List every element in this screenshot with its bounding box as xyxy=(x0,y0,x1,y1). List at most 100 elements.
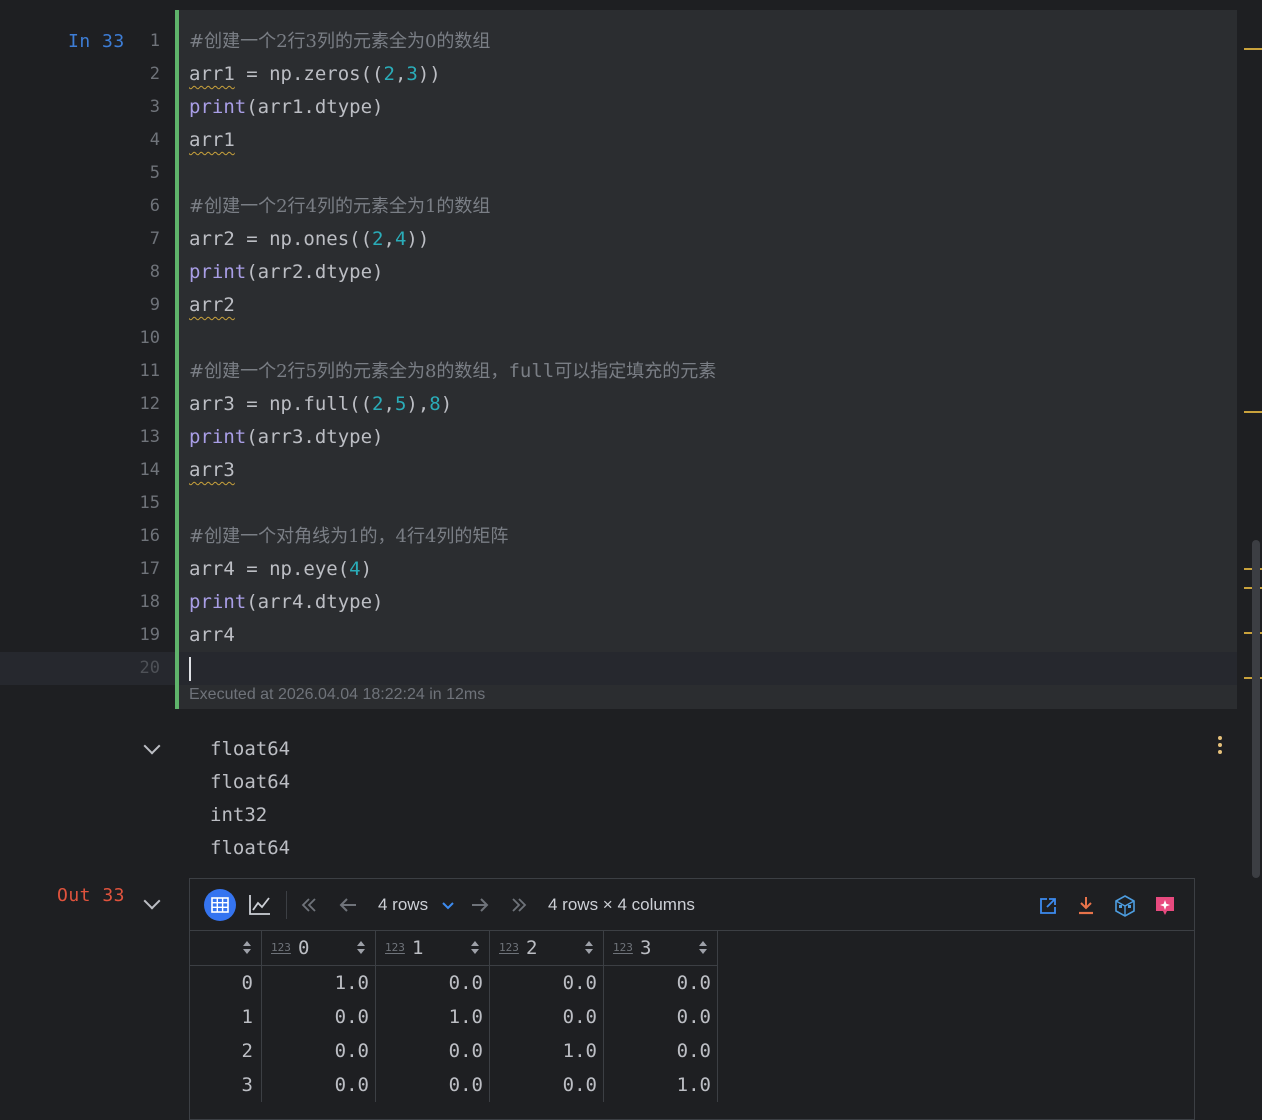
code-line-7: arr2 = np.ones((2,4)) xyxy=(189,223,429,256)
table-header-row: 123 0 123 1 123 2 123 3 xyxy=(190,931,718,966)
collapse-output-chevron-icon[interactable] xyxy=(143,737,161,755)
sort-icon[interactable] xyxy=(699,941,707,955)
cell-status-bar xyxy=(175,10,179,709)
table-row: 1 0.0 1.0 0.0 0.0 xyxy=(190,1000,718,1034)
code-line-18: print(arr4.dtype) xyxy=(189,586,383,619)
sort-icon[interactable] xyxy=(357,941,365,955)
sort-icon[interactable] xyxy=(585,941,593,955)
comment-text: 可以指定填充的元素 xyxy=(554,361,717,382)
code-token: (arr3.dtype) xyxy=(246,426,384,448)
numeric-type-badge: 123 xyxy=(499,941,519,954)
table-cell[interactable]: 0.0 xyxy=(261,1068,376,1102)
scrollbar-marker[interactable] xyxy=(1244,411,1262,413)
code-line-19: arr4 xyxy=(189,619,235,652)
table-cell[interactable]: 0.0 xyxy=(261,1034,376,1068)
table-cell[interactable]: 1.0 xyxy=(603,1068,718,1102)
code-line-13: print(arr3.dtype) xyxy=(189,421,383,454)
download-icon[interactable] xyxy=(1076,895,1096,917)
code-number: 2 xyxy=(372,228,384,250)
code-token: = np.zeros(( xyxy=(234,63,384,85)
comment: #创建一个2行3列的元素全为0的数组 xyxy=(189,31,491,52)
row-index: 2 xyxy=(190,1034,262,1068)
vertical-scrollbar[interactable] xyxy=(1252,540,1260,878)
ai-icon[interactable] xyxy=(1154,894,1176,918)
table-cell[interactable]: 0.0 xyxy=(375,1034,490,1068)
comment: #创建一个2行4列的元素全为1的数组 xyxy=(189,196,491,217)
line-number: 4 xyxy=(149,130,160,150)
more-options-icon[interactable] xyxy=(1215,736,1225,758)
dataframe-shape: 4 rows × 4 columns xyxy=(548,895,695,914)
table-cell[interactable]: 0.0 xyxy=(603,965,718,1000)
code-number: 2 xyxy=(383,63,395,85)
last-page-icon[interactable] xyxy=(510,896,528,914)
code-token: )) xyxy=(417,63,441,85)
code-line-1: #创建一个2行3列的元素全为0的数组 xyxy=(189,25,490,58)
stdout-line: float64 xyxy=(210,771,291,793)
table-cell[interactable]: 1.0 xyxy=(375,1000,490,1034)
comment: #创建一个2行5列的元素全为8的数组，full可以指定填充的元素 xyxy=(189,360,717,382)
column-header[interactable]: 123 3 xyxy=(603,931,718,966)
chart-view-icon[interactable] xyxy=(248,893,272,917)
sort-icon[interactable] xyxy=(471,941,479,955)
scrollbar-marker[interactable] xyxy=(1244,48,1262,50)
line-number: 19 xyxy=(139,625,160,645)
input-prompt-label: In 33 xyxy=(68,31,125,52)
column-name: 2 xyxy=(526,937,538,959)
code-keyword: print xyxy=(189,96,247,118)
table-row: 3 0.0 0.0 0.0 1.0 xyxy=(190,1068,718,1102)
line-number: 11 xyxy=(139,361,160,381)
code-number: 4 xyxy=(349,558,361,580)
line-number: 16 xyxy=(139,526,160,546)
sort-icon[interactable] xyxy=(243,941,251,955)
code-line-14: arr3 xyxy=(189,454,235,487)
numeric-type-badge: 123 xyxy=(385,941,405,954)
open-external-icon[interactable] xyxy=(1038,896,1058,916)
code-line-16: #创建一个对角线为1的，4行4列的矩阵 xyxy=(189,520,508,553)
code-number: 3 xyxy=(406,63,418,85)
line-number: 7 xyxy=(149,229,160,249)
table-cell[interactable]: 0.0 xyxy=(603,1034,718,1068)
stdout-line: float64 xyxy=(210,837,291,859)
code-line-9: arr2 xyxy=(189,289,235,322)
line-number: 3 xyxy=(149,97,160,117)
code-token: ) xyxy=(440,393,453,415)
output-prompt-label: Out 33 xyxy=(57,885,126,906)
table-cell[interactable]: 0.0 xyxy=(603,1000,718,1034)
chevron-down-icon[interactable] xyxy=(441,901,455,911)
table-cell[interactable]: 1.0 xyxy=(261,965,376,1000)
code-keyword: print xyxy=(189,591,247,613)
code-number: 5 xyxy=(394,393,407,415)
code-token: arr1 xyxy=(189,63,235,85)
table-view-icon[interactable] xyxy=(204,889,236,921)
table-cell[interactable]: 0.0 xyxy=(261,1000,376,1034)
code-token: )) xyxy=(406,228,430,250)
code-number: 4 xyxy=(394,228,407,250)
table-cell[interactable]: 0.0 xyxy=(489,965,604,1000)
index-header[interactable] xyxy=(190,931,262,966)
column-header[interactable]: 123 2 xyxy=(489,931,604,966)
stdout-line: float64 xyxy=(210,738,291,760)
code-token: (arr2.dtype) xyxy=(246,261,384,283)
collapse-result-chevron-icon[interactable] xyxy=(143,892,161,910)
line-number: 15 xyxy=(139,493,160,513)
table-cell[interactable]: 0.0 xyxy=(489,1068,604,1102)
code-token: (arr4.dtype) xyxy=(246,591,384,613)
column-header[interactable]: 123 1 xyxy=(375,931,490,966)
line-number: 18 xyxy=(139,592,160,612)
table-cell[interactable]: 0.0 xyxy=(375,965,490,1000)
code-line-12: arr3 = np.full((2,5),8) xyxy=(189,388,452,421)
code-number: 2 xyxy=(372,393,384,415)
first-page-icon[interactable] xyxy=(300,896,318,914)
code-line-4: arr1 xyxy=(189,124,235,157)
table-cell[interactable]: 0.0 xyxy=(489,1000,604,1034)
rows-per-page-select[interactable]: 4 rows xyxy=(378,895,428,915)
export-icon[interactable] xyxy=(1114,894,1136,918)
next-page-icon[interactable] xyxy=(470,896,490,914)
table-row: 2 0.0 0.0 1.0 0.0 xyxy=(190,1034,718,1068)
prev-page-icon[interactable] xyxy=(338,896,358,914)
line-number: 17 xyxy=(139,559,160,579)
column-header[interactable]: 123 0 xyxy=(261,931,376,966)
table-cell[interactable]: 0.0 xyxy=(375,1068,490,1102)
code-line-3: print(arr1.dtype) xyxy=(189,91,383,124)
table-cell[interactable]: 1.0 xyxy=(489,1034,604,1068)
